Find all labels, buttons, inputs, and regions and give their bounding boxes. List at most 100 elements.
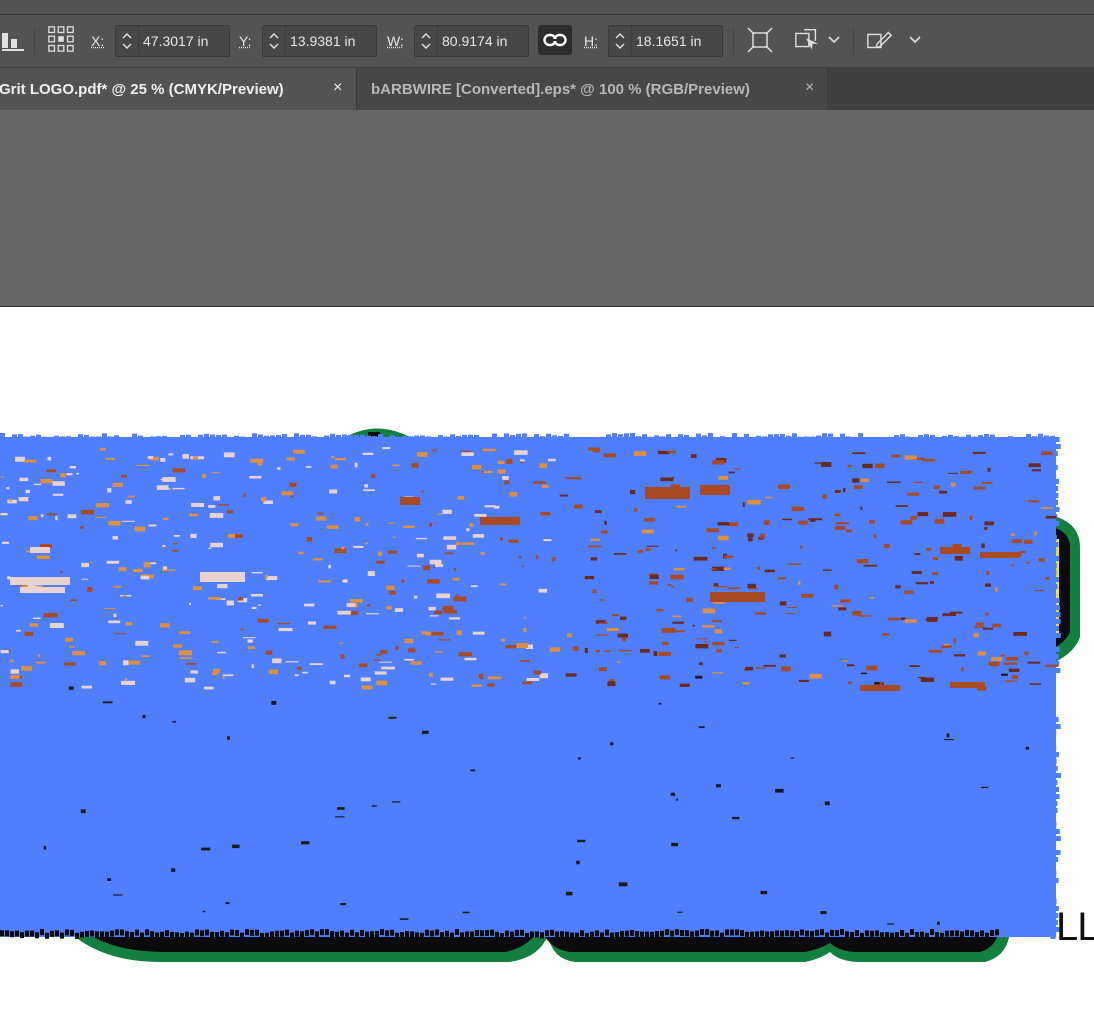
texture-speck xyxy=(350,929,354,936)
texture-speck xyxy=(42,436,47,441)
texture-speck xyxy=(243,637,256,639)
texture-speck xyxy=(6,487,10,490)
close-icon[interactable]: × xyxy=(805,79,814,97)
texture-speck xyxy=(780,434,785,438)
texture-speck xyxy=(80,509,95,515)
texture-speck xyxy=(305,930,309,937)
texture-speck xyxy=(363,489,375,492)
texture-speck xyxy=(937,921,940,925)
texture-speck xyxy=(510,435,515,439)
texture-speck xyxy=(162,566,168,570)
texture-speck xyxy=(112,585,122,588)
texture-speck xyxy=(718,475,729,480)
w-input[interactable] xyxy=(438,27,522,55)
y-field[interactable] xyxy=(262,25,377,57)
texture-speck xyxy=(384,437,389,442)
texture-speck xyxy=(21,666,33,671)
texture-speck xyxy=(334,548,347,554)
x-field[interactable] xyxy=(115,25,230,57)
shape-icon[interactable] xyxy=(793,26,821,54)
texture-speck xyxy=(337,610,351,615)
y-input[interactable] xyxy=(286,27,370,55)
texture-speck xyxy=(944,739,954,741)
artboard-canvas[interactable]: LL xyxy=(0,307,1094,1029)
texture-speck xyxy=(717,522,730,526)
texture-speck xyxy=(574,504,583,509)
texture-speck xyxy=(990,434,995,439)
x-input[interactable] xyxy=(139,27,223,55)
transform-icon[interactable] xyxy=(746,26,774,54)
texture-speck xyxy=(975,622,984,626)
close-icon[interactable]: × xyxy=(333,79,342,97)
texture-speck xyxy=(268,669,278,675)
tab-barbwire[interactable]: bARBWIRE [Converted].eps* @ 100 % (RGB/P… xyxy=(357,68,828,110)
texture-speck xyxy=(106,560,120,564)
texture-speck xyxy=(445,930,449,937)
texture-speck xyxy=(840,929,844,935)
texture-speck xyxy=(578,757,581,760)
texture-speck xyxy=(336,435,341,439)
texture-speck xyxy=(516,643,529,648)
texture-speck xyxy=(981,786,989,789)
w-field[interactable] xyxy=(414,25,529,57)
chevron-down-icon[interactable] xyxy=(903,26,927,54)
texture-speck xyxy=(1055,724,1061,729)
h-stepper[interactable] xyxy=(609,26,632,56)
x-stepper[interactable] xyxy=(116,26,139,56)
logo-artwork[interactable] xyxy=(0,307,1094,1029)
texture-speck xyxy=(1055,836,1061,841)
texture-speck xyxy=(258,434,263,439)
align-bottom-icon[interactable] xyxy=(0,26,28,54)
texture-speck xyxy=(66,436,71,441)
texture-speck xyxy=(1045,576,1050,580)
w-stepper[interactable] xyxy=(415,26,438,56)
constrain-proportions-button[interactable] xyxy=(538,25,572,55)
h-input[interactable] xyxy=(632,27,716,55)
texture-speck xyxy=(310,929,314,936)
texture-speck xyxy=(966,434,971,439)
texture-speck xyxy=(942,613,956,617)
texture-speck xyxy=(1051,822,1057,827)
texture-speck xyxy=(925,619,933,621)
texture-speck xyxy=(939,490,947,494)
texture-speck xyxy=(600,530,608,534)
texture-speck xyxy=(800,929,804,936)
texture-speck xyxy=(179,631,191,635)
texture-speck xyxy=(193,456,198,460)
texture-speck xyxy=(661,642,669,646)
texture-speck xyxy=(856,559,869,564)
texture-speck xyxy=(911,571,922,574)
texture-speck xyxy=(1050,696,1056,701)
h-field[interactable] xyxy=(608,25,723,57)
texture-speck xyxy=(107,488,112,493)
texture-speck xyxy=(1052,451,1058,456)
tab-grit-logo[interactable]: Grit LOGO.pdf* @ 25 % (CMYK/Preview) × xyxy=(0,68,357,110)
chevron-down-icon[interactable] xyxy=(822,26,846,54)
texture-speck xyxy=(456,435,461,440)
texture-speck xyxy=(845,931,849,938)
texture-speck xyxy=(785,930,789,937)
texture-speck xyxy=(107,878,112,881)
edit-path-icon[interactable] xyxy=(866,26,894,54)
reference-point-icon[interactable] xyxy=(47,25,75,53)
texture-speck xyxy=(930,581,934,584)
texture-speck xyxy=(596,634,609,636)
texture-speck xyxy=(969,515,973,521)
texture-speck xyxy=(555,931,559,938)
texture-speck xyxy=(875,930,879,937)
texture-speck xyxy=(168,453,174,456)
texture-speck xyxy=(1055,633,1061,638)
texture-speck xyxy=(388,716,397,719)
texture-speck xyxy=(366,604,371,607)
texture-speck xyxy=(190,670,198,674)
texture-speck xyxy=(385,930,389,937)
texture-speck xyxy=(708,433,713,437)
texture-speck xyxy=(950,930,954,937)
texture-speck xyxy=(522,433,527,438)
texture-speck xyxy=(680,930,684,936)
texture-speck xyxy=(95,503,109,508)
texture-speck xyxy=(0,930,4,937)
texture-speck xyxy=(1006,657,1018,661)
y-stepper[interactable] xyxy=(263,26,286,56)
texture-speck xyxy=(546,433,551,438)
